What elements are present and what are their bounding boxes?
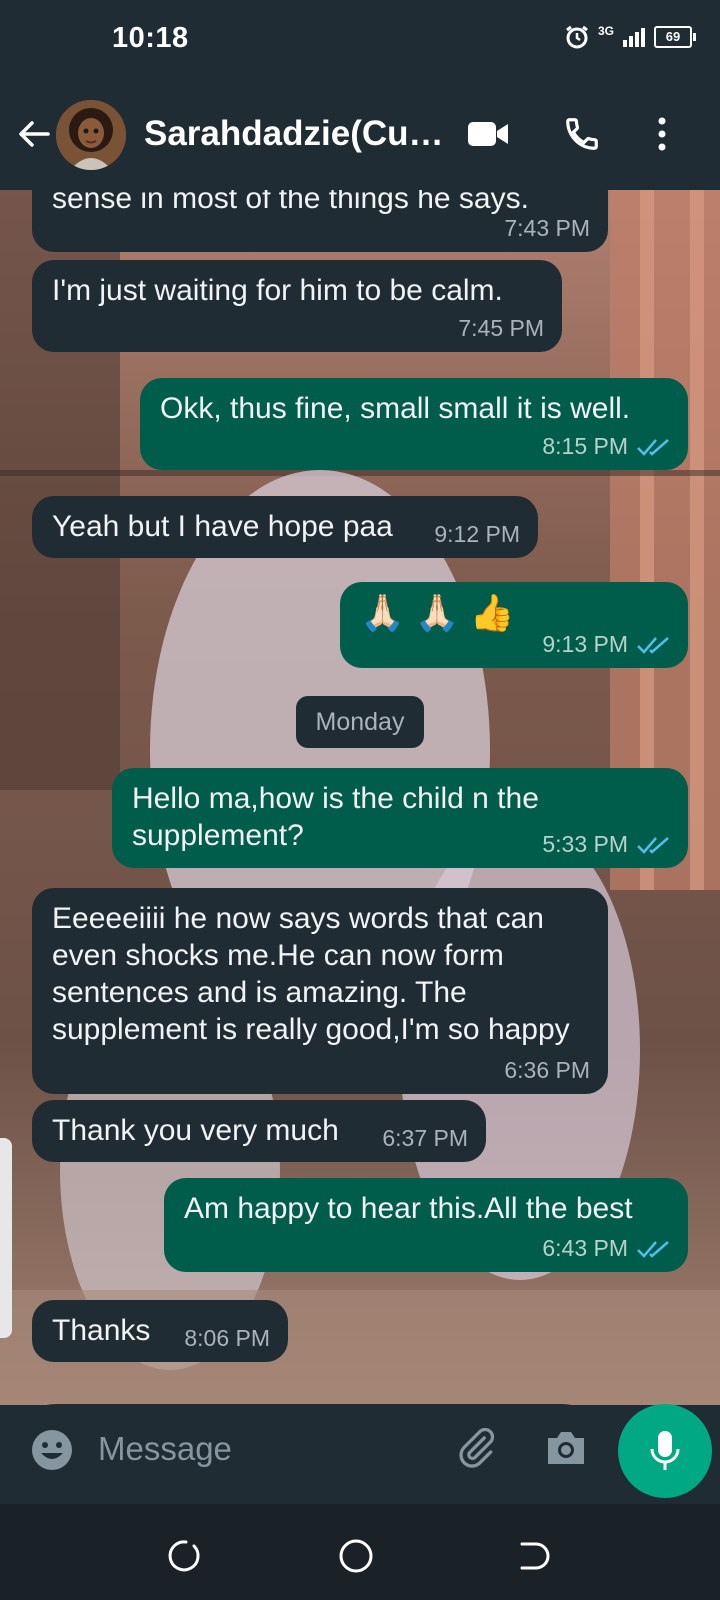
status-time: 10:18 [112, 22, 189, 54]
message-composer[interactable]: Message [10, 1404, 608, 1496]
read-ticks-icon [637, 836, 669, 854]
voice-call-button[interactable] [556, 108, 608, 160]
message-time: 6:37 PM [382, 1125, 468, 1151]
recents-icon [168, 1540, 200, 1572]
vertical-dots-icon [658, 117, 666, 151]
contact-name[interactable]: Sarahdadzie(Customer) [144, 114, 454, 154]
alarm-icon [564, 24, 590, 50]
message-incoming[interactable]: I'm just waiting for him to be calm. 7:4… [32, 260, 562, 352]
message-time: 8:15 PM [542, 433, 628, 459]
date-separator: Monday [296, 696, 424, 748]
message-incoming[interactable]: Eeeeeiiii he now says words that can eve… [32, 888, 608, 1094]
battery-indicator: 69 [654, 26, 696, 48]
message-time: 5:33 PM [542, 831, 628, 857]
message-outgoing[interactable]: Am happy to hear this.All the best 6:43 … [164, 1178, 688, 1272]
back-nav-button[interactable] [514, 1536, 554, 1576]
read-ticks-icon [637, 438, 669, 456]
contact-avatar[interactable] [56, 100, 126, 170]
more-options-button[interactable] [636, 108, 688, 160]
smiley-icon [32, 1430, 72, 1470]
paperclip-icon [459, 1427, 495, 1468]
status-icons: 3G 69 [564, 24, 696, 50]
system-navigation-bar [0, 1504, 720, 1600]
chat-area[interactable]: sense in most of the things he says. 7:4… [0, 190, 720, 1405]
network-type: 3G [597, 24, 614, 38]
message-text: sense in most of the things he says. [52, 190, 529, 215]
message-incoming[interactable]: sense in most of the things he says. 7:4… [32, 190, 608, 252]
chat-header: Sarahdadzie(Customer) [0, 80, 720, 190]
emoji-button[interactable] [30, 1428, 74, 1477]
message-text: Hello ma,how is the child n the suppleme… [132, 782, 539, 852]
message-text: I'm just waiting for him to be calm. [52, 274, 503, 307]
message-time: 6:43 PM [542, 1235, 628, 1261]
message-time: 8:06 PM [184, 1325, 270, 1351]
message-outgoing[interactable]: Okk, thus fine, small small it is well. … [140, 378, 688, 470]
message-time: 6:36 PM [504, 1057, 590, 1083]
read-ticks-icon [637, 1240, 669, 1258]
message-time: 7:43 PM [504, 215, 590, 241]
back-nav-icon [520, 1542, 550, 1570]
message-time: 9:13 PM [542, 631, 628, 657]
message-outgoing[interactable]: 🙏🏻 🙏🏻 👍 9:13 PM [340, 582, 688, 668]
back-arrow-icon [19, 121, 50, 147]
message-incoming[interactable]: Yeah but I have hope paa 9:12 PM [32, 496, 538, 558]
attach-button[interactable] [454, 1426, 498, 1475]
message-text: 🙏🏻 🙏🏻 👍 [360, 592, 515, 633]
voice-message-button[interactable] [618, 1404, 712, 1498]
message-text: Eeeeeiiii he now says words that can eve… [52, 902, 570, 1046]
video-call-button[interactable] [462, 108, 514, 160]
side-handle[interactable] [0, 1138, 12, 1338]
video-camera-icon [468, 122, 508, 146]
read-ticks-icon [637, 636, 669, 654]
message-time: 7:45 PM [458, 315, 544, 341]
avatar-image [56, 100, 126, 170]
status-bar: 10:18 3G 69 [0, 0, 720, 80]
home-button[interactable] [336, 1536, 376, 1576]
message-input[interactable]: Message [98, 1430, 232, 1468]
camera-icon [548, 1432, 584, 1464]
message-outgoing[interactable]: Hello ma,how is the child n the suppleme… [112, 768, 688, 868]
camera-button[interactable] [544, 1428, 588, 1473]
message-text: Okk, thus fine, small small it is well. [160, 392, 631, 425]
message-time: 9:12 PM [434, 521, 520, 547]
message-text: Am happy to hear this.All the best [184, 1192, 633, 1225]
home-circle-icon [339, 1539, 373, 1573]
phone-icon [566, 118, 598, 150]
message-incoming[interactable]: Thank you very much 6:37 PM [32, 1100, 486, 1162]
microphone-icon [650, 1431, 680, 1470]
signal-icon [622, 26, 646, 48]
message-incoming[interactable]: Thanks 8:06 PM [32, 1300, 288, 1362]
recents-button[interactable] [164, 1536, 204, 1576]
back-button[interactable] [14, 114, 54, 154]
